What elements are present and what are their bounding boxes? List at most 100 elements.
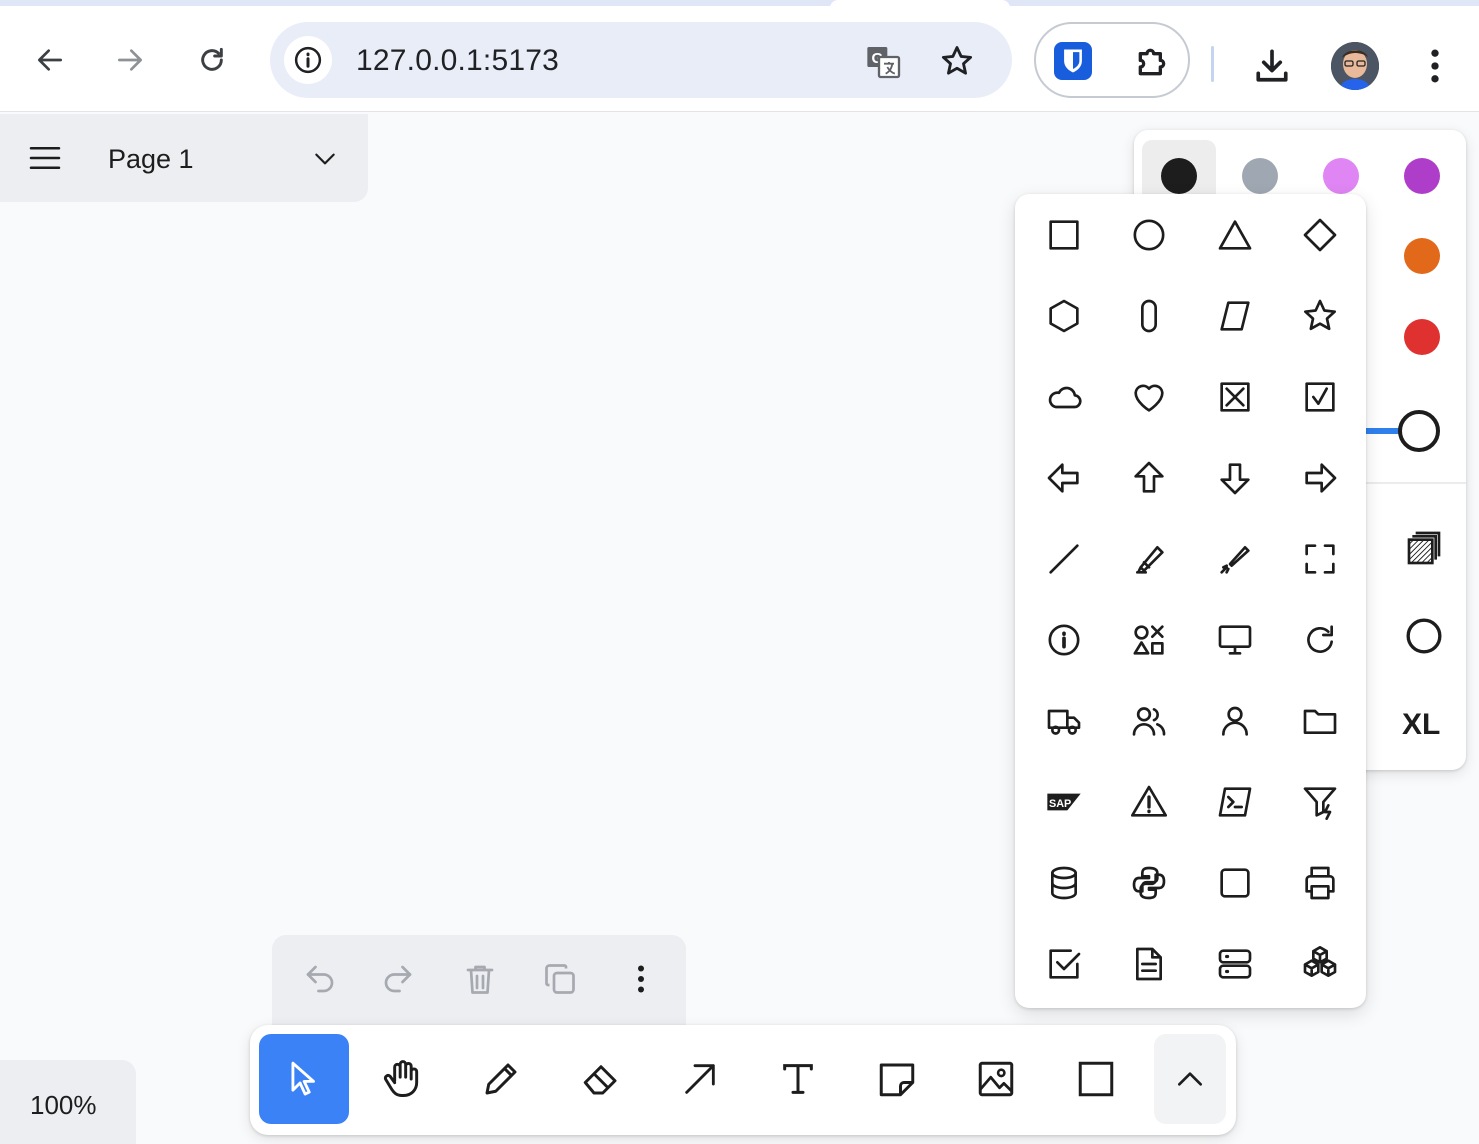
shape-square-button[interactable] bbox=[1192, 842, 1278, 923]
extensions-icon[interactable] bbox=[1132, 42, 1172, 82]
sap-icon: SAP bbox=[1047, 793, 1081, 810]
shape-triangle-button[interactable] bbox=[1192, 194, 1278, 275]
shape-oval-button[interactable] bbox=[1107, 275, 1193, 356]
color-swatch-red[interactable] bbox=[1404, 319, 1440, 355]
browser-menu-icon[interactable] bbox=[1422, 44, 1448, 88]
tool-arrow[interactable] bbox=[655, 1034, 745, 1124]
shape-users-button[interactable] bbox=[1107, 680, 1193, 761]
shape-frame-button[interactable] bbox=[1278, 518, 1364, 599]
shape-arrow-right-button[interactable] bbox=[1278, 437, 1364, 518]
shape-cloud-button[interactable] bbox=[1021, 356, 1107, 437]
page-menu[interactable]: Page 1 bbox=[0, 114, 368, 202]
shape-document-button[interactable] bbox=[1107, 923, 1193, 1004]
pencil-icon bbox=[485, 1063, 517, 1095]
shape-terminal-button[interactable] bbox=[1192, 761, 1278, 842]
main-menu-icon[interactable] bbox=[28, 144, 62, 172]
checkbox-icon bbox=[1049, 948, 1081, 979]
bookmark-star-icon[interactable] bbox=[938, 42, 976, 80]
shape-python-button[interactable] bbox=[1107, 842, 1193, 923]
more-tools-button[interactable] bbox=[1154, 1034, 1226, 1124]
redo-icon[interactable] bbox=[380, 961, 416, 997]
opacity-slider-thumb[interactable] bbox=[1398, 410, 1440, 452]
shape-cubes-button[interactable] bbox=[1278, 923, 1364, 1004]
shape-arrow-left-button[interactable] bbox=[1021, 437, 1107, 518]
shape-shapes-button[interactable] bbox=[1107, 599, 1193, 680]
shape-truck-button[interactable] bbox=[1021, 680, 1107, 761]
shape-database-button[interactable] bbox=[1021, 842, 1107, 923]
chevron-up-icon bbox=[1178, 1072, 1202, 1086]
site-info-icon[interactable] bbox=[284, 36, 332, 84]
shape-filter-button[interactable] bbox=[1278, 761, 1364, 842]
shape-folder-button[interactable] bbox=[1278, 680, 1364, 761]
shape-info-button[interactable] bbox=[1021, 599, 1107, 680]
forward-icon[interactable] bbox=[106, 36, 154, 84]
reload-icon[interactable] bbox=[188, 36, 236, 84]
shape-arrow-down-button[interactable] bbox=[1192, 437, 1278, 518]
tool-note[interactable] bbox=[852, 1034, 942, 1124]
shape-diamond-button[interactable] bbox=[1278, 194, 1364, 275]
shape-refresh-button[interactable] bbox=[1278, 599, 1364, 680]
cursor-icon bbox=[291, 1061, 315, 1096]
color-swatch-light-violet[interactable] bbox=[1323, 158, 1359, 194]
shape-ellipse-button[interactable] bbox=[1107, 194, 1193, 275]
arrow-up-icon bbox=[1134, 461, 1164, 493]
square-icon bbox=[1220, 867, 1250, 898]
tool-text[interactable] bbox=[753, 1034, 843, 1124]
profile-avatar[interactable] bbox=[1331, 42, 1379, 90]
color-swatch-black[interactable] bbox=[1161, 158, 1197, 194]
tool-draw[interactable] bbox=[456, 1034, 546, 1124]
size-label[interactable]: XL bbox=[1402, 708, 1440, 742]
shape-arrow-up-button[interactable] bbox=[1107, 437, 1193, 518]
shape-server-button[interactable] bbox=[1192, 923, 1278, 1004]
shape-warning-button[interactable] bbox=[1107, 761, 1193, 842]
shape-star-button[interactable] bbox=[1278, 275, 1364, 356]
ellipse-icon bbox=[1133, 219, 1165, 250]
url-text[interactable]: 127.0.0.1:5173 bbox=[356, 44, 559, 78]
shape-printer-button[interactable] bbox=[1278, 842, 1364, 923]
shape-trapezoid-button[interactable] bbox=[1192, 275, 1278, 356]
tool-image[interactable] bbox=[951, 1034, 1041, 1124]
trapezoid-icon bbox=[1220, 300, 1250, 331]
color-swatch-orange[interactable] bbox=[1404, 238, 1440, 274]
tool-rectangle[interactable] bbox=[1051, 1034, 1141, 1124]
address-bar[interactable]: 127.0.0.1:5173 G bbox=[270, 22, 1012, 98]
tool-select[interactable] bbox=[259, 1034, 349, 1124]
zoom-menu[interactable]: 100% bbox=[0, 1060, 136, 1144]
color-swatch-violet[interactable] bbox=[1404, 158, 1440, 194]
shape-laser-button[interactable] bbox=[1192, 518, 1278, 599]
main-toolbar bbox=[250, 1025, 1236, 1135]
user-icon bbox=[1221, 706, 1248, 736]
color-swatch-grey[interactable] bbox=[1242, 158, 1278, 194]
shape-checkbox-button[interactable] bbox=[1021, 923, 1107, 1004]
shape-rectangle-button[interactable] bbox=[1021, 194, 1107, 275]
back-icon[interactable] bbox=[26, 36, 74, 84]
duplicate-icon[interactable] bbox=[542, 961, 578, 997]
dash-style-icon[interactable] bbox=[1404, 616, 1444, 656]
bitwarden-icon[interactable] bbox=[1054, 42, 1092, 80]
shape-highlight-button[interactable] bbox=[1107, 518, 1193, 599]
shape-sap-button[interactable]: SAP bbox=[1021, 761, 1107, 842]
shape-user-button[interactable] bbox=[1192, 680, 1278, 761]
translate-icon[interactable]: G bbox=[864, 42, 904, 82]
zoom-level[interactable]: 100% bbox=[30, 1090, 97, 1121]
shape-check-box-button[interactable] bbox=[1278, 356, 1364, 437]
shape-x-box-button[interactable] bbox=[1192, 356, 1278, 437]
shape-desktop-button[interactable] bbox=[1192, 599, 1278, 680]
tool-hand[interactable] bbox=[357, 1034, 447, 1124]
document-icon bbox=[1136, 947, 1163, 980]
shapes-icon bbox=[1133, 624, 1164, 655]
shape-picker-panel: SAP bbox=[1015, 194, 1366, 1008]
chevron-down-icon[interactable] bbox=[312, 148, 338, 170]
fill-pattern-icon[interactable] bbox=[1404, 528, 1444, 568]
shape-line-button[interactable] bbox=[1021, 518, 1107, 599]
tool-eraser[interactable] bbox=[556, 1034, 646, 1124]
more-actions-icon[interactable] bbox=[628, 961, 654, 997]
heart-icon bbox=[1134, 384, 1164, 412]
arrow-right-icon bbox=[1305, 462, 1337, 493]
shape-hexagon-button[interactable] bbox=[1021, 275, 1107, 356]
download-icon[interactable] bbox=[1250, 44, 1294, 88]
undo-icon[interactable] bbox=[302, 961, 338, 997]
page-name[interactable]: Page 1 bbox=[108, 144, 194, 175]
shape-heart-button[interactable] bbox=[1107, 356, 1193, 437]
trash-icon[interactable] bbox=[462, 961, 498, 997]
